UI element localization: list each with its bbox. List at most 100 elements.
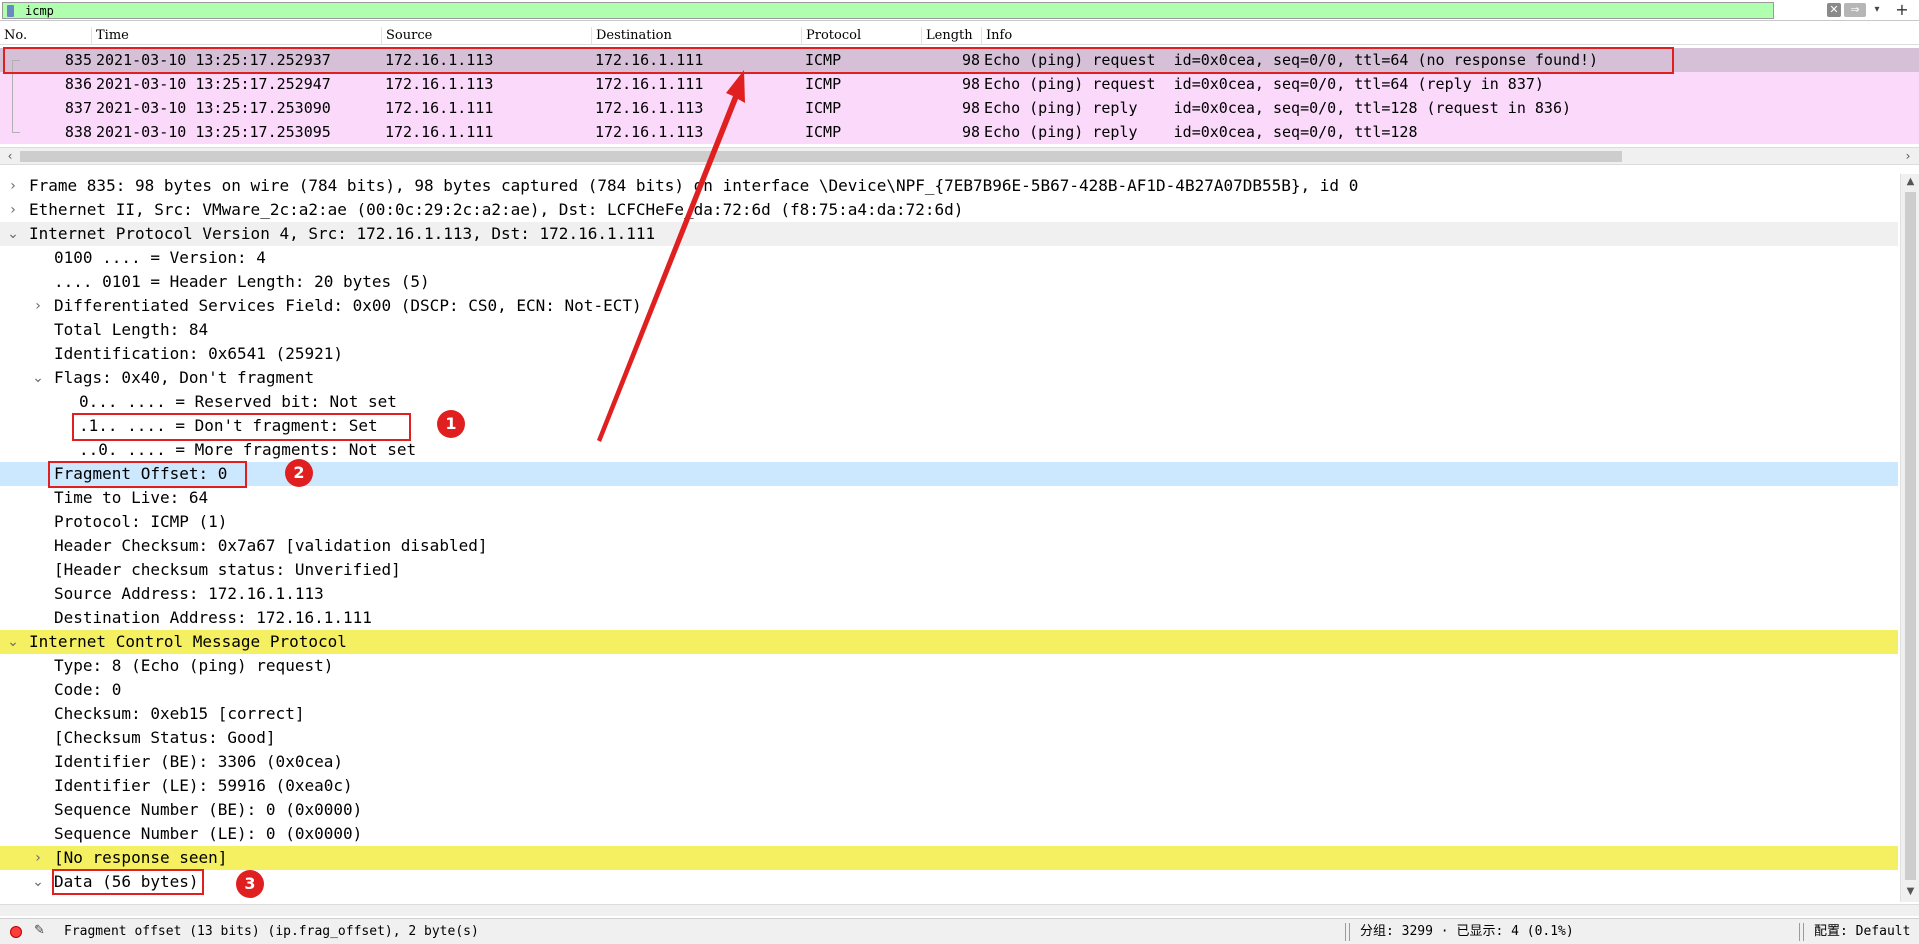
tree-item-icmp-checksum[interactable]: Checksum: 0xeb15 [correct] <box>0 702 1898 726</box>
annotation-badge-3: 3 <box>236 870 264 898</box>
tree-item-icmp-checksum-status[interactable]: [Checksum Status: Good] <box>0 726 1898 750</box>
packet-row[interactable]: 837 2021-03-10 13:25:17.253090 172.16.1.… <box>0 96 1919 120</box>
tree-item-label: Ethernet II, Src: VMware_2c:a2:ae (00:0c… <box>29 200 964 219</box>
cell-protocol: ICMP <box>805 75 842 93</box>
cell-no: 838 <box>64 123 92 141</box>
tree-item-identifier-be[interactable]: Identifier (BE): 3306 (0x0cea) <box>0 750 1898 774</box>
cell-info: Echo (ping) reply id=0x0cea, seq=0/0, tt… <box>984 99 1571 117</box>
column-header-no[interactable]: No. <box>0 27 92 45</box>
annotation-box-data <box>52 869 204 895</box>
tree-item-frame[interactable]: › Frame 835: 98 bytes on wire (784 bits)… <box>0 174 1898 198</box>
cell-time: 2021-03-10 13:25:17.252947 <box>96 75 331 93</box>
dropdown-icon[interactable]: ▾ <box>1870 2 1884 18</box>
tree-item-label: Sequence Number (LE): 0 (0x0000) <box>54 824 363 843</box>
collapse-icon[interactable]: ⌄ <box>6 222 20 246</box>
tree-item-label: Source Address: 172.16.1.113 <box>54 584 324 603</box>
details-vscrollbar[interactable]: ▲ ▼ <box>1900 174 1919 902</box>
column-header-time[interactable]: Time <box>92 27 382 45</box>
tree-item-checksum-status[interactable]: [Header checksum status: Unverified] <box>0 558 1898 582</box>
scroll-up-icon[interactable]: ▲ <box>1901 174 1919 190</box>
capture-status-icon[interactable] <box>10 926 22 938</box>
tree-item-label: .... 0101 = Header Length: 20 bytes (5) <box>54 272 430 291</box>
tree-item-ip-version[interactable]: 0100 .... = Version: 4 <box>0 246 1898 270</box>
tree-item-sequence-be[interactable]: Sequence Number (BE): 0 (0x0000) <box>0 798 1898 822</box>
collapse-icon[interactable]: ⌄ <box>31 870 45 894</box>
tree-item-label: Protocol: ICMP (1) <box>54 512 228 531</box>
collapse-icon[interactable]: ⌄ <box>31 366 45 390</box>
scroll-down-icon[interactable]: ▼ <box>1901 884 1919 900</box>
tree-item-label: Identification: 0x6541 (25921) <box>54 344 343 363</box>
tree-item-no-response[interactable]: › [No response seen] <box>0 846 1898 870</box>
tree-item-label: 0100 .... = Version: 4 <box>54 248 266 267</box>
scroll-right-icon[interactable]: › <box>1900 148 1916 164</box>
display-filter-input[interactable]: icmp <box>2 2 1774 19</box>
expand-icon[interactable]: › <box>6 198 20 222</box>
collapse-icon[interactable]: ⌄ <box>6 630 20 654</box>
tree-item-label: Internet Protocol Version 4, Src: 172.16… <box>29 224 656 243</box>
tree-item-label: Type: 8 (Echo (ping) request) <box>54 656 334 675</box>
column-header-info[interactable]: Info <box>982 27 1919 45</box>
cell-no: 837 <box>64 99 92 117</box>
tree-item-icmp-code[interactable]: Code: 0 <box>0 678 1898 702</box>
tree-item-icmp[interactable]: ⌄ Internet Control Message Protocol <box>0 630 1898 654</box>
tree-item-ip-hlen[interactable]: .... 0101 = Header Length: 20 bytes (5) <box>0 270 1898 294</box>
tree-item-label: [Header checksum status: Unverified] <box>54 560 401 579</box>
column-header-length[interactable]: Length <box>922 27 982 45</box>
tree-item-source-address[interactable]: Source Address: 172.16.1.113 <box>0 582 1898 606</box>
packet-list-hscrollbar[interactable]: ‹ › <box>0 147 1919 165</box>
cell-length: 98 <box>961 75 980 93</box>
cell-info: Echo (ping) request id=0x0cea, seq=0/0, … <box>984 75 1544 93</box>
tree-item-label: Total Length: 84 <box>54 320 209 339</box>
tree-item-label: 0... .... = Reserved bit: Not set <box>79 392 397 411</box>
filter-text[interactable]: icmp <box>25 4 54 18</box>
tree-item-ttl[interactable]: Time to Live: 64 <box>0 486 1898 510</box>
cell-time: 2021-03-10 13:25:17.253095 <box>96 123 331 141</box>
packet-list-header: No. Time Source Destination Protocol Len… <box>0 27 1919 45</box>
tree-item-icmp-type[interactable]: Type: 8 (Echo (ping) request) <box>0 654 1898 678</box>
tree-item-flag-reserved[interactable]: 0... .... = Reserved bit: Not set <box>0 390 1898 414</box>
tree-item-protocol[interactable]: Protocol: ICMP (1) <box>0 510 1898 534</box>
status-profile[interactable]: 配置: Default <box>1814 919 1910 944</box>
tree-item-label: Identifier (BE): 3306 (0x0cea) <box>54 752 343 771</box>
scrollbar-thumb[interactable] <box>1905 192 1916 880</box>
column-header-destination[interactable]: Destination <box>592 27 802 45</box>
cell-length: 98 <box>961 99 980 117</box>
tree-item-ip-identification[interactable]: Identification: 0x6541 (25921) <box>0 342 1898 366</box>
packet-row[interactable]: 836 2021-03-10 13:25:17.252947 172.16.1.… <box>0 72 1919 96</box>
status-separator <box>1345 923 1346 941</box>
packet-row[interactable]: 838 2021-03-10 13:25:17.253095 172.16.1.… <box>0 120 1919 144</box>
expand-icon[interactable]: › <box>31 294 45 318</box>
edit-comment-icon[interactable]: ✎ <box>34 924 48 938</box>
tree-item-identifier-le[interactable]: Identifier (LE): 59916 (0xea0c) <box>0 774 1898 798</box>
tree-item-ip-total-length[interactable]: Total Length: 84 <box>0 318 1898 342</box>
bookmark-icon[interactable] <box>7 5 14 17</box>
tree-item-ip[interactable]: ⌄ Internet Protocol Version 4, Src: 172.… <box>0 222 1898 246</box>
tree-item-label: [Checksum Status: Good] <box>54 728 276 747</box>
tree-item-sequence-le[interactable]: Sequence Number (LE): 0 (0x0000) <box>0 822 1898 846</box>
tree-item-ip-flags[interactable]: ⌄ Flags: 0x40, Don't fragment <box>0 366 1898 390</box>
apply-icon[interactable]: ⇒ <box>1844 3 1866 17</box>
annotation-box-dont-fragment <box>72 413 411 441</box>
clear-icon[interactable]: ✕ <box>1827 3 1841 17</box>
tree-item-ip-dsf[interactable]: › Differentiated Services Field: 0x00 (D… <box>0 294 1898 318</box>
tree-item-label: Header Checksum: 0x7a67 [validation disa… <box>54 536 488 555</box>
scrollbar-thumb[interactable] <box>20 151 1622 162</box>
scroll-left-icon[interactable]: ‹ <box>2 148 18 164</box>
tree-item-ethernet[interactable]: › Ethernet II, Src: VMware_2c:a2:ae (00:… <box>0 198 1898 222</box>
packet-bytes-divider[interactable] <box>0 904 1919 916</box>
tree-item-destination-address[interactable]: Destination Address: 172.16.1.111 <box>0 606 1898 630</box>
conversation-hook <box>12 132 20 133</box>
cell-source: 172.16.1.113 <box>385 75 494 93</box>
tree-item-flag-more-fragments[interactable]: ..0. .... = More fragments: Not set <box>0 438 1898 462</box>
status-separator <box>1349 923 1350 941</box>
column-header-source[interactable]: Source <box>382 27 592 45</box>
cell-length: 98 <box>961 123 980 141</box>
tree-item-label: Sequence Number (BE): 0 (0x0000) <box>54 800 363 819</box>
cell-destination: 172.16.1.111 <box>595 75 704 93</box>
expand-icon[interactable]: › <box>31 846 45 870</box>
plus-icon[interactable]: + <box>1893 0 1911 20</box>
column-header-protocol[interactable]: Protocol <box>802 27 922 45</box>
expand-icon[interactable]: › <box>6 174 20 198</box>
tree-item-data[interactable]: ⌄ Data (56 bytes) <box>0 870 1898 894</box>
tree-item-header-checksum[interactable]: Header Checksum: 0x7a67 [validation disa… <box>0 534 1898 558</box>
